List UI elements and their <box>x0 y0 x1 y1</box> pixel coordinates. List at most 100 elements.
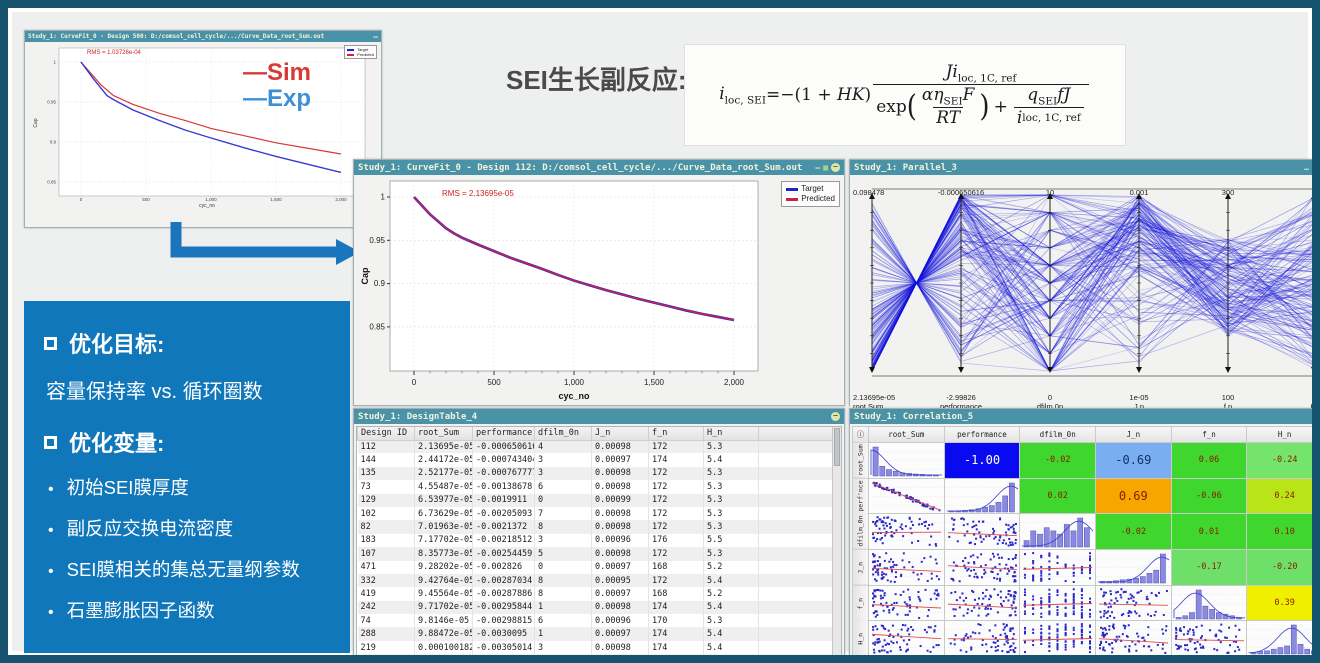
table-cell: 5.3 <box>704 614 759 627</box>
table-row[interactable]: 1442.44172e-05-0.00074340430.000971745.4 <box>358 453 841 466</box>
table-row[interactable]: 2889.88472e-05-0.003009510.000971745.4 <box>358 627 841 640</box>
curvefit-window[interactable]: Study_1: CurveFit_0 - Design 112: D:/com… <box>353 159 845 406</box>
svg-text:0.95: 0.95 <box>369 236 385 245</box>
curvefit-rms-label: RMS = 2.13695e-05 <box>442 189 514 198</box>
table-row[interactable]: 734.55487e-05-0.0013867860.000981725.3 <box>358 480 841 493</box>
svg-text:0.85: 0.85 <box>369 322 385 331</box>
mini-rms-label: RMS = 1.03728e-04 <box>87 50 141 56</box>
table-cell: -0.0019911 <box>473 494 535 507</box>
table-row[interactable]: 2429.71702e-05-0.0029584410.000981745.4 <box>358 601 841 614</box>
table-column-header[interactable]: performance <box>473 427 535 440</box>
curvefit-float-icon[interactable]: ▦ <box>823 163 828 172</box>
curvefit-titlebar[interactable]: Study_1: CurveFit_0 - Design 112: D:/com… <box>354 160 844 175</box>
table-row[interactable]: 1078.35773e-05-0.0025445950.000981725.3 <box>358 547 841 560</box>
correlation-title: Study_1: Correlation_5 <box>854 412 1312 422</box>
table-column-header[interactable]: Design ID <box>358 427 415 440</box>
correlation-value-cell: -0.06 <box>1172 479 1247 514</box>
svg-text:1,500: 1,500 <box>644 378 665 387</box>
info-icon[interactable]: ⓘ <box>853 427 868 442</box>
table-cell: 288 <box>358 627 415 640</box>
svg-text:Cap: Cap <box>360 267 370 285</box>
table-column-header[interactable]: root_Sum <box>415 427 473 440</box>
mini-chart[interactable]: 10.950.90.8505001,0001,5002,000Capcyc_no <box>25 42 381 225</box>
parallel-title: Study_1: Parallel_3 <box>854 163 1304 173</box>
mini-window-titlebar[interactable]: Study_1: CurveFit_0 - Design 500: D:/com… <box>25 31 381 42</box>
table-row[interactable]: 1026.73629e-05-0.0020509370.000981725.3 <box>358 507 841 520</box>
table-row[interactable]: 749.8146e-05-0.0029881560.000961705.3 <box>358 614 841 627</box>
correlation-scatter-cell <box>869 514 944 549</box>
svg-text:cyc_no: cyc_no <box>199 203 215 209</box>
table-row[interactable]: 2190.000100182-0.0030501430.000981745.4 <box>358 641 841 654</box>
parallel-window[interactable]: Study_1: Parallel_3 … − 0.098478-0.00065… <box>849 159 1320 406</box>
table-cell: 144 <box>358 453 415 466</box>
table-cell <box>759 520 841 533</box>
table-cell: -0.00305014 <box>473 641 535 654</box>
designtable-window[interactable]: Study_1: DesignTable_4 − Design IDroot_S… <box>353 408 845 660</box>
table-cell: 0.00098 <box>592 601 649 614</box>
correlation-titlebar[interactable]: Study_1: Correlation_5 − <box>850 409 1320 424</box>
curvefit-minimize-icon[interactable]: – <box>815 163 820 172</box>
table-row[interactable]: 4719.28202e-05-0.00282600.000971685.2 <box>358 561 841 574</box>
table-row[interactable]: 1122.13695e-05-0.00065061640.000981725.3 <box>358 440 841 453</box>
table-row[interactable]: 4199.45564e-05-0.0028788680.000971685.2 <box>358 587 841 600</box>
correlation-value-cell: 0.10 <box>1247 514 1320 549</box>
table-cell <box>759 574 841 587</box>
svg-text:0.9: 0.9 <box>374 279 386 288</box>
correlation-scatter-cell <box>1020 621 1095 656</box>
table-row[interactable]: 1352.52177e-05-0.00076777730.000981725.3 <box>358 467 841 480</box>
table-cell: 174 <box>649 641 704 654</box>
parallel-titlebar[interactable]: Study_1: Parallel_3 … − <box>850 160 1320 175</box>
table-column-header[interactable]: H_n <box>704 427 759 440</box>
correlation-value-cell: 0.06 <box>1172 443 1247 478</box>
table-row[interactable]: 3329.42764e-05-0.0028703480.000951725.4 <box>358 574 841 587</box>
table-column-header[interactable]: f_n <box>649 427 704 440</box>
table-row[interactable]: 1296.53977e-05-0.001991100.000991725.3 <box>358 494 841 507</box>
correlation-value-cell: 0.24 <box>1247 479 1320 514</box>
designtable-close-icon[interactable]: − <box>831 412 840 421</box>
table-cell: -0.00298815 <box>473 614 535 627</box>
correlation-column-header: root_Sum <box>869 427 944 442</box>
parallel-axis-label: 0.098478 <box>853 188 884 197</box>
correlation-row-label: root_Sum <box>853 443 868 478</box>
parallel-plot[interactable] <box>850 187 1320 379</box>
table-cell: 0.00097 <box>592 453 649 466</box>
mini-curvefit-window[interactable]: Study_1: CurveFit_0 - Design 500: D:/com… <box>24 30 382 228</box>
table-cell: 9.45564e-05 <box>415 587 473 600</box>
curvefit-close-icon[interactable]: − <box>831 163 840 172</box>
table-column-header[interactable]: J_n <box>592 427 649 440</box>
parallel-close-icon[interactable]: − <box>1312 163 1320 172</box>
table-cell: 172 <box>649 494 704 507</box>
correlation-histogram-cell <box>1172 586 1247 621</box>
correlation-histogram-cell <box>1020 514 1095 549</box>
table-cell: 102 <box>358 507 415 520</box>
table-cell: 74 <box>358 614 415 627</box>
designtable-scrollbar[interactable] <box>832 427 841 656</box>
table-column-header[interactable]: dfilm_0n <box>535 427 592 440</box>
curvefit-chart[interactable]: 10.950.90.8505001,0001,5002,000Capcyc_no <box>354 175 844 403</box>
table-cell: 0 <box>535 494 592 507</box>
correlation-value-cell: 0.02 <box>1020 479 1095 514</box>
table-row[interactable]: 827.01963e-05-0.002137280.000981725.3 <box>358 520 841 533</box>
info-bullet-item: •初始SEI膜厚度 <box>48 474 330 500</box>
correlation-matrix[interactable]: ⓘroot_Sumperformancedfilm_0nJ_nf_nH_nroo… <box>852 426 1320 657</box>
svg-text:0.9: 0.9 <box>50 140 57 145</box>
table-cell: 3 <box>535 467 592 480</box>
table-cell: 0.00096 <box>592 614 649 627</box>
correlation-close-icon[interactable]: − <box>1312 412 1320 421</box>
correlation-histogram-cell <box>1247 621 1320 656</box>
table-cell <box>759 627 841 640</box>
table-cell: 168 <box>649 587 704 600</box>
table-column-header[interactable] <box>759 427 841 440</box>
table-cell: 0.00098 <box>592 467 649 480</box>
correlation-window[interactable]: Study_1: Correlation_5 − ⓘroot_Sumperfor… <box>849 408 1320 660</box>
table-row[interactable]: 1837.17702e-05-0.0021851230.000961765.5 <box>358 534 841 547</box>
table-cell: 9.42764e-05 <box>415 574 473 587</box>
table-cell: 9.88472e-05 <box>415 627 473 640</box>
info-heading-variables: 优化变量: <box>44 426 330 458</box>
table-cell: 5.4 <box>704 574 759 587</box>
table-cell: -0.00295844 <box>473 601 535 614</box>
parallel-more-icon[interactable]: … <box>1304 163 1309 172</box>
table-row[interactable]: 4590.000102083-0.0030662400.000971685.2 <box>358 654 841 657</box>
designtable-titlebar[interactable]: Study_1: DesignTable_4 − <box>354 409 844 424</box>
mini-minimize-icon[interactable]: – <box>373 32 378 41</box>
